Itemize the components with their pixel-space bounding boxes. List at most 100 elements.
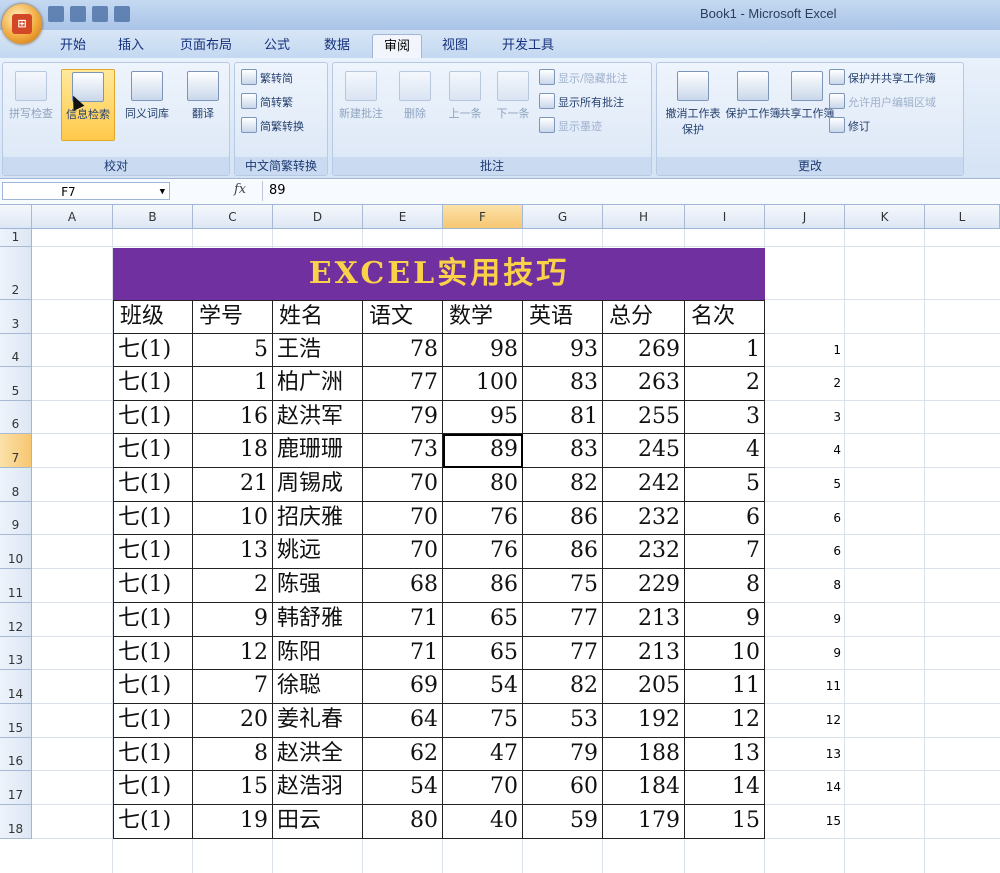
table-cell[interactable]: 柏广洲 (273, 367, 363, 401)
allow-edit-button[interactable]: 允许用户编辑区域 (829, 93, 936, 113)
table-cell[interactable]: 86 (523, 535, 603, 569)
table-header-cell[interactable]: 数学 (443, 300, 523, 334)
table-cell[interactable]: 徐聪 (273, 670, 363, 704)
table-cell[interactable]: 8 (685, 569, 765, 603)
table-cell[interactable]: 2 (685, 367, 765, 401)
tab-insert[interactable]: 插入 (108, 34, 154, 58)
save-icon[interactable] (48, 6, 64, 22)
table-cell[interactable]: 19 (193, 805, 273, 839)
table-cell[interactable]: 229 (603, 569, 685, 603)
table-cell[interactable]: 65 (443, 637, 523, 670)
table-cell[interactable]: 7 (685, 535, 765, 569)
table-cell[interactable]: 18 (193, 434, 273, 468)
table-cell[interactable]: 47 (443, 738, 523, 771)
table-cell[interactable]: 七(1) (113, 334, 193, 367)
thesaurus-button[interactable]: 同义词库 (121, 69, 173, 139)
column-header-l[interactable]: L (925, 205, 1000, 229)
to-traditional-button[interactable]: 简转繁 (241, 93, 293, 113)
table-cell[interactable]: 86 (523, 502, 603, 535)
table-cell[interactable]: 4 (685, 434, 765, 468)
column-header-d[interactable]: D (273, 205, 363, 229)
column-j-cell[interactable]: 12 (765, 704, 845, 738)
row-header-2[interactable]: 2 (0, 247, 32, 300)
table-cell[interactable]: 招庆雅 (273, 502, 363, 535)
table-cell[interactable]: 70 (443, 771, 523, 805)
show-all-comments-button[interactable]: 显示所有批注 (539, 93, 624, 113)
column-j-cell[interactable]: 5 (765, 468, 845, 502)
table-cell[interactable]: 205 (603, 670, 685, 704)
undo-icon[interactable] (70, 6, 86, 22)
table-cell[interactable]: 62 (363, 738, 443, 771)
protect-share-button[interactable]: 保护并共享工作簿 (829, 69, 936, 89)
table-cell[interactable]: 82 (523, 670, 603, 704)
table-cell[interactable]: 232 (603, 502, 685, 535)
table-cell[interactable]: 77 (523, 603, 603, 637)
tab-review[interactable]: 审阅 (372, 34, 422, 59)
table-cell[interactable]: 86 (443, 569, 523, 603)
table-cell[interactable]: 83 (523, 367, 603, 401)
office-button[interactable]: ⊞ (2, 4, 42, 44)
table-cell[interactable]: 53 (523, 704, 603, 738)
table-cell[interactable]: 七(1) (113, 502, 193, 535)
table-cell[interactable]: 2 (193, 569, 273, 603)
table-header-cell[interactable]: 姓名 (273, 300, 363, 334)
table-cell[interactable]: 田云 (273, 805, 363, 839)
table-header-cell[interactable]: 名次 (685, 300, 765, 334)
table-cell[interactable]: 8 (193, 738, 273, 771)
table-cell[interactable]: 鹿珊珊 (273, 434, 363, 468)
row-header-12[interactable]: 12 (0, 603, 32, 637)
table-cell[interactable]: 64 (363, 704, 443, 738)
redo-icon[interactable] (92, 6, 108, 22)
table-cell[interactable]: 70 (363, 502, 443, 535)
tab-data[interactable]: 数据 (314, 34, 360, 58)
table-cell[interactable]: 245 (603, 434, 685, 468)
table-cell[interactable]: 269 (603, 334, 685, 367)
table-cell[interactable]: 七(1) (113, 637, 193, 670)
table-cell[interactable]: 15 (685, 805, 765, 839)
table-cell[interactable]: 80 (363, 805, 443, 839)
table-cell[interactable]: 12 (193, 637, 273, 670)
column-header-h[interactable]: H (603, 205, 685, 229)
table-cell[interactable]: 7 (193, 670, 273, 704)
column-j-cell[interactable]: 3 (765, 401, 845, 434)
row-header-11[interactable]: 11 (0, 569, 32, 603)
table-cell[interactable]: 232 (603, 535, 685, 569)
tab-page-layout[interactable]: 页面布局 (170, 34, 242, 58)
table-cell[interactable]: 242 (603, 468, 685, 502)
table-cell[interactable]: 1 (685, 334, 765, 367)
table-cell[interactable]: 69 (363, 670, 443, 704)
table-cell[interactable]: 184 (603, 771, 685, 805)
row-header-8[interactable]: 8 (0, 468, 32, 502)
row-header-4[interactable]: 4 (0, 334, 32, 367)
table-cell[interactable]: 陈阳 (273, 637, 363, 670)
table-cell[interactable]: 12 (685, 704, 765, 738)
table-cell[interactable]: 65 (443, 603, 523, 637)
table-cell[interactable]: 70 (363, 535, 443, 569)
share-workbook-button[interactable]: 共享工作簿 (779, 69, 835, 139)
convert-button[interactable]: 简繁转换 (241, 117, 304, 137)
track-changes-button[interactable]: 修订 (829, 117, 870, 137)
row-header-17[interactable]: 17 (0, 771, 32, 805)
research-button[interactable]: 信息检索 (61, 69, 115, 141)
table-cell[interactable]: 71 (363, 603, 443, 637)
table-cell[interactable]: 14 (685, 771, 765, 805)
table-cell[interactable]: 263 (603, 367, 685, 401)
column-header-g[interactable]: G (523, 205, 603, 229)
table-cell[interactable]: 71 (363, 637, 443, 670)
table-cell[interactable]: 15 (193, 771, 273, 805)
column-header-e[interactable]: E (363, 205, 443, 229)
formula-input[interactable]: 89 (262, 181, 1000, 201)
column-j-cell[interactable]: 14 (765, 771, 845, 805)
tab-view[interactable]: 视图 (432, 34, 478, 58)
table-cell[interactable]: 81 (523, 401, 603, 434)
table-cell[interactable]: 韩舒雅 (273, 603, 363, 637)
table-header-cell[interactable]: 学号 (193, 300, 273, 334)
column-j-cell[interactable]: 6 (765, 535, 845, 569)
table-cell[interactable]: 七(1) (113, 738, 193, 771)
row-header-18[interactable]: 18 (0, 805, 32, 839)
previous-comment-button[interactable]: 上一条 (439, 69, 491, 139)
table-cell[interactable]: 73 (363, 434, 443, 468)
column-j-cell[interactable]: 4 (765, 434, 845, 468)
translate-button[interactable]: 翻译 (177, 69, 229, 139)
table-cell[interactable]: 七(1) (113, 805, 193, 839)
